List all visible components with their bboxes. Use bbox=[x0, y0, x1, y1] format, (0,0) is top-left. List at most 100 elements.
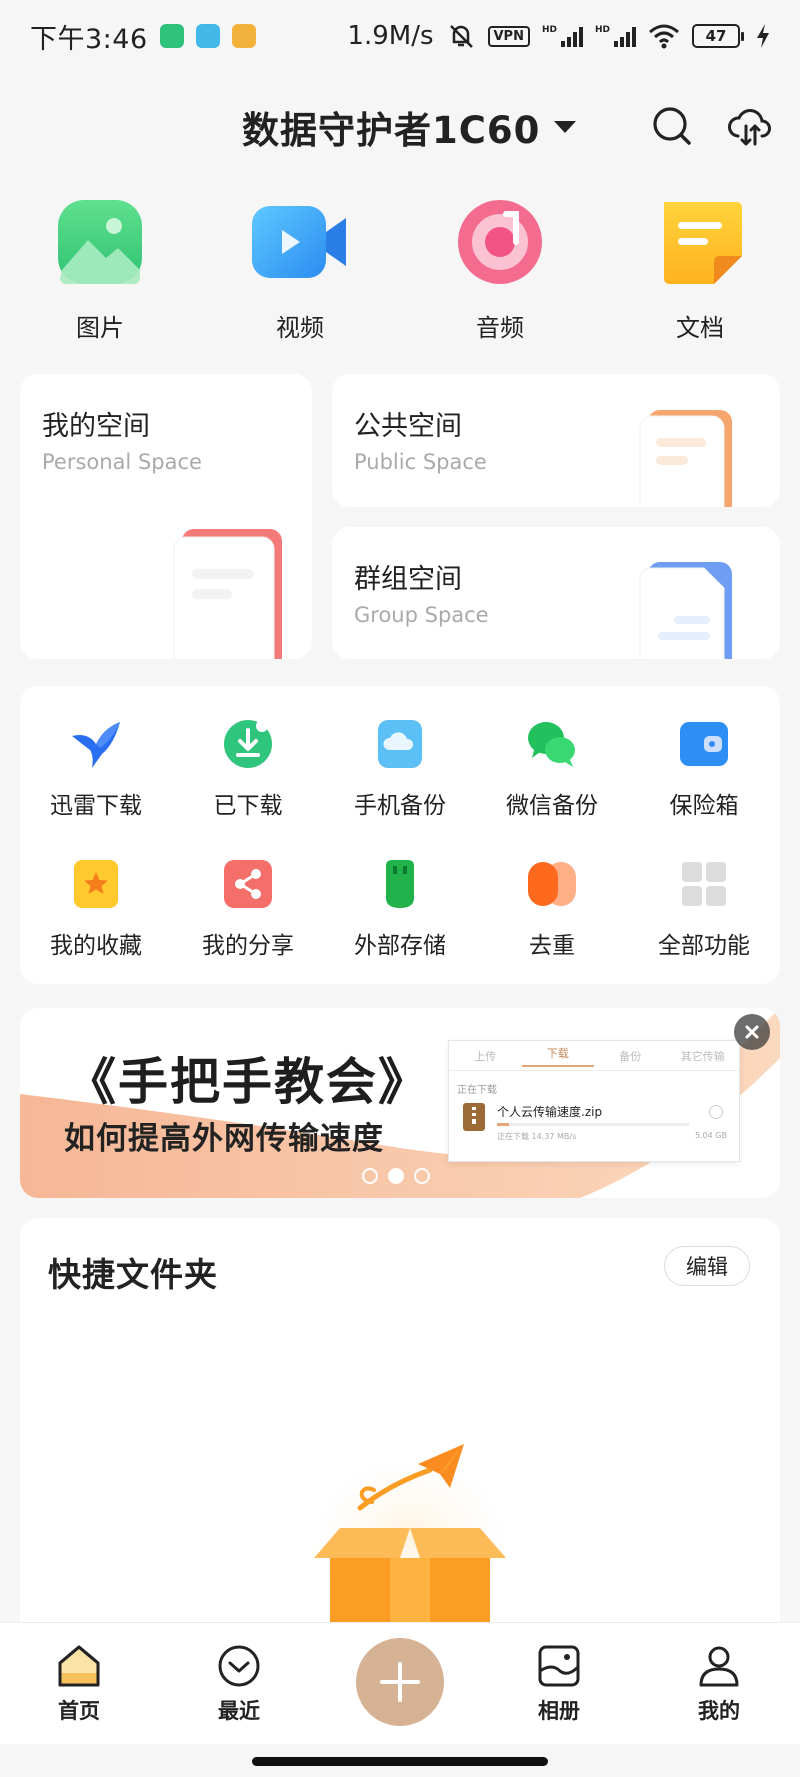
close-icon bbox=[745, 1025, 759, 1039]
preview-section: 正在下载 bbox=[457, 1085, 497, 1096]
group-space-card[interactable]: 群组空间 Group Space bbox=[332, 527, 780, 659]
category-documents[interactable]: 文档 bbox=[600, 198, 800, 343]
category-label: 音频 bbox=[476, 314, 524, 342]
home-indicator[interactable] bbox=[252, 1757, 548, 1766]
device-selector[interactable]: 数据守护者1C60 bbox=[242, 100, 577, 154]
space-title: 群组空间 bbox=[354, 564, 462, 595]
tool-label: 全部功能 bbox=[658, 933, 750, 959]
public-space-illustration bbox=[639, 410, 732, 507]
status-bar: 下午3:46 1.9M/s VPN HD HD 47 bbox=[0, 0, 800, 72]
cloud-transfer-icon[interactable] bbox=[726, 104, 774, 148]
edit-button[interactable]: 编辑 bbox=[664, 1246, 750, 1286]
app-notification-icon bbox=[159, 24, 184, 48]
category-label: 文档 bbox=[676, 314, 724, 342]
charging-icon bbox=[757, 24, 769, 48]
tool-label: 已下载 bbox=[213, 793, 283, 819]
tool-favorites[interactable]: 我的收藏 bbox=[20, 858, 172, 960]
tool-safe-box[interactable]: 保险箱 bbox=[628, 718, 780, 820]
favorites-icon bbox=[74, 860, 118, 908]
tool-my-share[interactable]: 我的分享 bbox=[172, 858, 324, 960]
add-button[interactable] bbox=[356, 1638, 444, 1726]
network-speed: 1.9M/s bbox=[347, 21, 434, 51]
signal-icon-2: HD bbox=[595, 25, 636, 47]
tool-all-functions[interactable]: 全部功能 bbox=[628, 858, 780, 960]
tool-label: 外部存储 bbox=[354, 933, 446, 959]
banner-headline: 《手把手教会》 bbox=[66, 1053, 430, 1111]
mute-icon bbox=[449, 25, 473, 48]
banner-close-button[interactable] bbox=[734, 1014, 770, 1050]
banner-transfer-preview: 上传 下载 备份 其它传输 正在下载 个人云传输速度.zip 正在下载 14.3… bbox=[448, 1040, 740, 1162]
header: 数据守护者1C60 bbox=[0, 92, 800, 162]
plus-icon bbox=[380, 1662, 420, 1702]
nav-home[interactable]: 首页 bbox=[24, 1643, 134, 1725]
space-title: 公共空间 bbox=[354, 411, 462, 442]
nav-profile[interactable]: 我的 bbox=[664, 1643, 774, 1725]
quick-folder-card: 快捷文件夹 编辑 bbox=[20, 1218, 780, 1638]
category-videos[interactable]: 视频 bbox=[200, 198, 400, 343]
tool-downloaded[interactable]: 已下载 bbox=[172, 718, 324, 820]
vpn-badge: VPN bbox=[487, 25, 530, 47]
preview-pause-icon bbox=[709, 1105, 723, 1119]
tools-card: 迅雷下载 已下载 手机备份 微信备份 保险箱 我的收藏 我的分享 外部存储 去重… bbox=[20, 686, 780, 984]
category-label: 视频 bbox=[276, 314, 324, 342]
preview-tab-download: 下载 bbox=[521, 1045, 594, 1067]
tool-label: 微信备份 bbox=[506, 793, 598, 819]
nav-album[interactable]: 相册 bbox=[504, 1643, 614, 1725]
promo-banner[interactable]: 《手把手教会》 如何提高外网传输速度 上传 下载 备份 其它传输 正在下载 个人… bbox=[20, 1008, 780, 1198]
personal-space-illustration bbox=[173, 529, 282, 659]
search-icon[interactable] bbox=[650, 104, 694, 148]
tool-wechat-backup[interactable]: 微信备份 bbox=[476, 718, 628, 820]
nav-label: 相册 bbox=[538, 1699, 580, 1723]
all-functions-icon bbox=[682, 862, 726, 906]
video-icon bbox=[252, 206, 346, 278]
tool-phone-backup[interactable]: 手机备份 bbox=[324, 718, 476, 820]
pagination-dot-active[interactable] bbox=[388, 1168, 404, 1184]
safe-box-icon bbox=[680, 722, 728, 766]
tool-label: 迅雷下载 bbox=[50, 793, 142, 819]
tool-label: 我的收藏 bbox=[50, 933, 142, 959]
group-space-illustration bbox=[639, 562, 732, 659]
app-notification-icon-orange bbox=[231, 24, 256, 48]
tool-thunder-download[interactable]: 迅雷下载 bbox=[20, 718, 172, 820]
space-subtitle: Public Space bbox=[354, 450, 487, 474]
empty-box-illustration bbox=[300, 1428, 520, 1638]
document-icon bbox=[664, 202, 742, 284]
wifi-icon bbox=[649, 24, 679, 49]
profile-icon bbox=[699, 1646, 739, 1687]
quick-folder-title: 快捷文件夹 bbox=[48, 1255, 218, 1294]
tool-external-storage[interactable]: 外部存储 bbox=[324, 858, 476, 960]
chevron-down-icon bbox=[554, 121, 577, 133]
picture-icon bbox=[58, 200, 142, 284]
signal-icon-1: HD bbox=[542, 25, 583, 47]
location-notification-icon bbox=[195, 24, 220, 48]
tool-label: 我的分享 bbox=[202, 933, 294, 959]
zip-file-icon bbox=[463, 1103, 485, 1131]
battery-icon: 47 bbox=[692, 24, 744, 48]
personal-space-card[interactable]: 我的空间 Personal Space bbox=[20, 374, 312, 659]
device-name: 数据守护者1C60 bbox=[242, 109, 541, 152]
preview-file-name: 个人云传输速度.zip bbox=[497, 1105, 603, 1119]
pagination-dot[interactable] bbox=[414, 1168, 430, 1184]
album-icon bbox=[538, 1645, 580, 1687]
tool-label: 手机备份 bbox=[354, 793, 446, 819]
category-pictures[interactable]: 图片 bbox=[0, 198, 200, 343]
nav-label: 我的 bbox=[698, 1699, 740, 1723]
category-audio[interactable]: 音频 bbox=[400, 198, 600, 343]
downloaded-icon bbox=[224, 720, 272, 768]
tool-dedupe[interactable]: 去重 bbox=[476, 858, 628, 960]
space-subtitle: Group Space bbox=[354, 603, 489, 627]
audio-icon bbox=[458, 200, 542, 284]
category-row: 图片 视频 音频 文档 bbox=[0, 198, 800, 343]
preview-file-size: 5.04 GB bbox=[694, 1131, 727, 1140]
bottom-nav: 首页 最近 相册 我的 bbox=[0, 1622, 800, 1744]
pagination-dot[interactable] bbox=[362, 1168, 378, 1184]
status-time: 下午3:46 bbox=[30, 23, 148, 55]
dedupe-icon bbox=[528, 862, 576, 906]
share-icon bbox=[224, 860, 272, 908]
preview-progress-bar bbox=[497, 1123, 689, 1126]
banner-subheadline: 如何提高外网传输速度 bbox=[64, 1121, 384, 1157]
recent-icon bbox=[218, 1645, 260, 1687]
nav-recent[interactable]: 最近 bbox=[184, 1643, 294, 1725]
public-space-card[interactable]: 公共空间 Public Space bbox=[332, 374, 780, 507]
nav-label: 首页 bbox=[58, 1699, 100, 1723]
